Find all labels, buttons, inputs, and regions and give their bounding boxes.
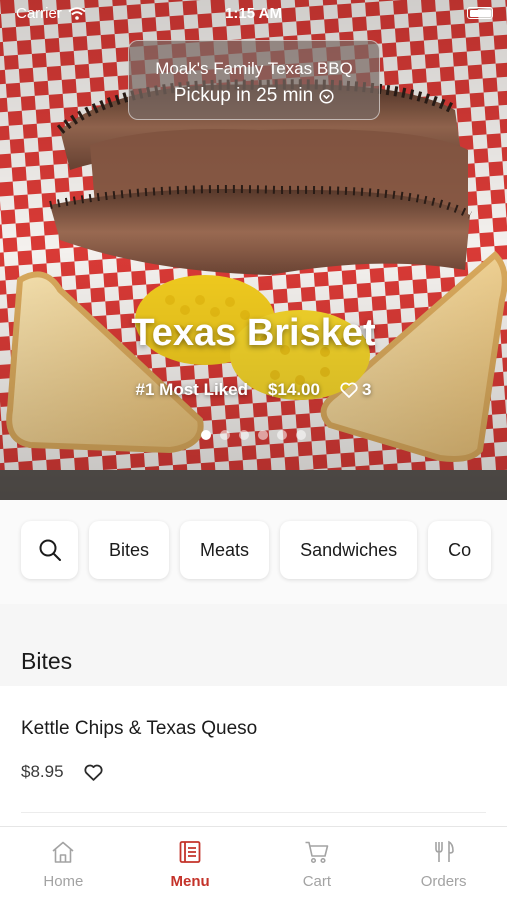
carousel-dot[interactable] <box>220 430 230 440</box>
tab-orders[interactable]: Orders <box>381 827 507 900</box>
status-bar: Carrier 1:15 AM <box>0 0 507 28</box>
featured-item-meta: #1 Most Liked $14.00 3 <box>0 380 507 400</box>
menu-item-name: Kettle Chips & Texas Queso <box>21 718 258 739</box>
heart-icon <box>340 382 358 398</box>
heart-outline-icon[interactable] <box>83 764 103 781</box>
tab-menu[interactable]: Menu <box>127 827 253 900</box>
featured-item-title: Texas Brisket <box>131 312 376 354</box>
status-time: 1:15 AM <box>225 5 282 22</box>
menu-item-price: $8.95 <box>21 762 64 781</box>
category-chip-partial[interactable]: Co <box>428 521 492 579</box>
tab-cart[interactable]: Cart <box>254 827 380 900</box>
restaurant-name: Moak's Family Texas BBQ <box>155 59 353 78</box>
chevron-down-circle-icon <box>319 88 334 104</box>
menu-item-price-row: $8.95 <box>21 762 103 782</box>
carousel-dot[interactable] <box>239 430 249 440</box>
section-header: Bites <box>0 604 507 686</box>
tab-cart-label: Cart <box>302 873 332 890</box>
tab-menu-label: Menu <box>170 873 210 890</box>
category-chip-bites[interactable]: Bites <box>89 521 170 579</box>
item-divider <box>21 812 486 813</box>
menu-icon <box>179 841 201 863</box>
tab-orders-label: Orders <box>420 873 467 890</box>
menu-item[interactable]: Kettle Chips & Texas Queso $8.95 <box>0 686 507 826</box>
home-icon <box>52 841 74 863</box>
pickup-time: Pickup in 25 min <box>129 85 379 107</box>
search-button[interactable] <box>21 521 78 579</box>
carousel-dot[interactable] <box>277 430 287 440</box>
category-list: Bites Meats Sandwiches Co <box>21 521 492 579</box>
tab-home[interactable]: Home <box>0 827 126 900</box>
category-chip-meats[interactable]: Meats <box>180 521 270 579</box>
tab-bar: Home Menu Cart Orders <box>0 826 507 900</box>
pickup-selector[interactable]: Moak's Family Texas BBQ Pickup in 25 min <box>128 40 380 120</box>
carousel-dot[interactable] <box>258 430 268 440</box>
featured-likes[interactable]: 3 <box>340 380 371 400</box>
battery-icon <box>467 7 493 19</box>
carousel-indicator[interactable] <box>0 430 507 440</box>
featured-rank: #1 Most Liked <box>135 380 248 399</box>
tab-home-label: Home <box>43 873 84 890</box>
category-bar: Bites Meats Sandwiches Co <box>0 500 507 604</box>
cart-icon <box>305 841 329 864</box>
section-title: Bites <box>21 648 73 674</box>
pickup-label: Pickup in 25 min <box>173 85 314 106</box>
hero-banner[interactable]: Carrier 1:15 AM Moak's Family Texas BBQ … <box>0 0 507 500</box>
carousel-dot[interactable] <box>201 430 211 440</box>
featured-price: $14.00 <box>267 380 320 399</box>
featured-likes-count: 3 <box>361 380 372 399</box>
category-chip-sandwiches[interactable]: Sandwiches <box>280 521 418 579</box>
search-icon <box>39 539 61 561</box>
orders-icon <box>434 840 454 862</box>
carousel-dot[interactable] <box>296 430 306 440</box>
